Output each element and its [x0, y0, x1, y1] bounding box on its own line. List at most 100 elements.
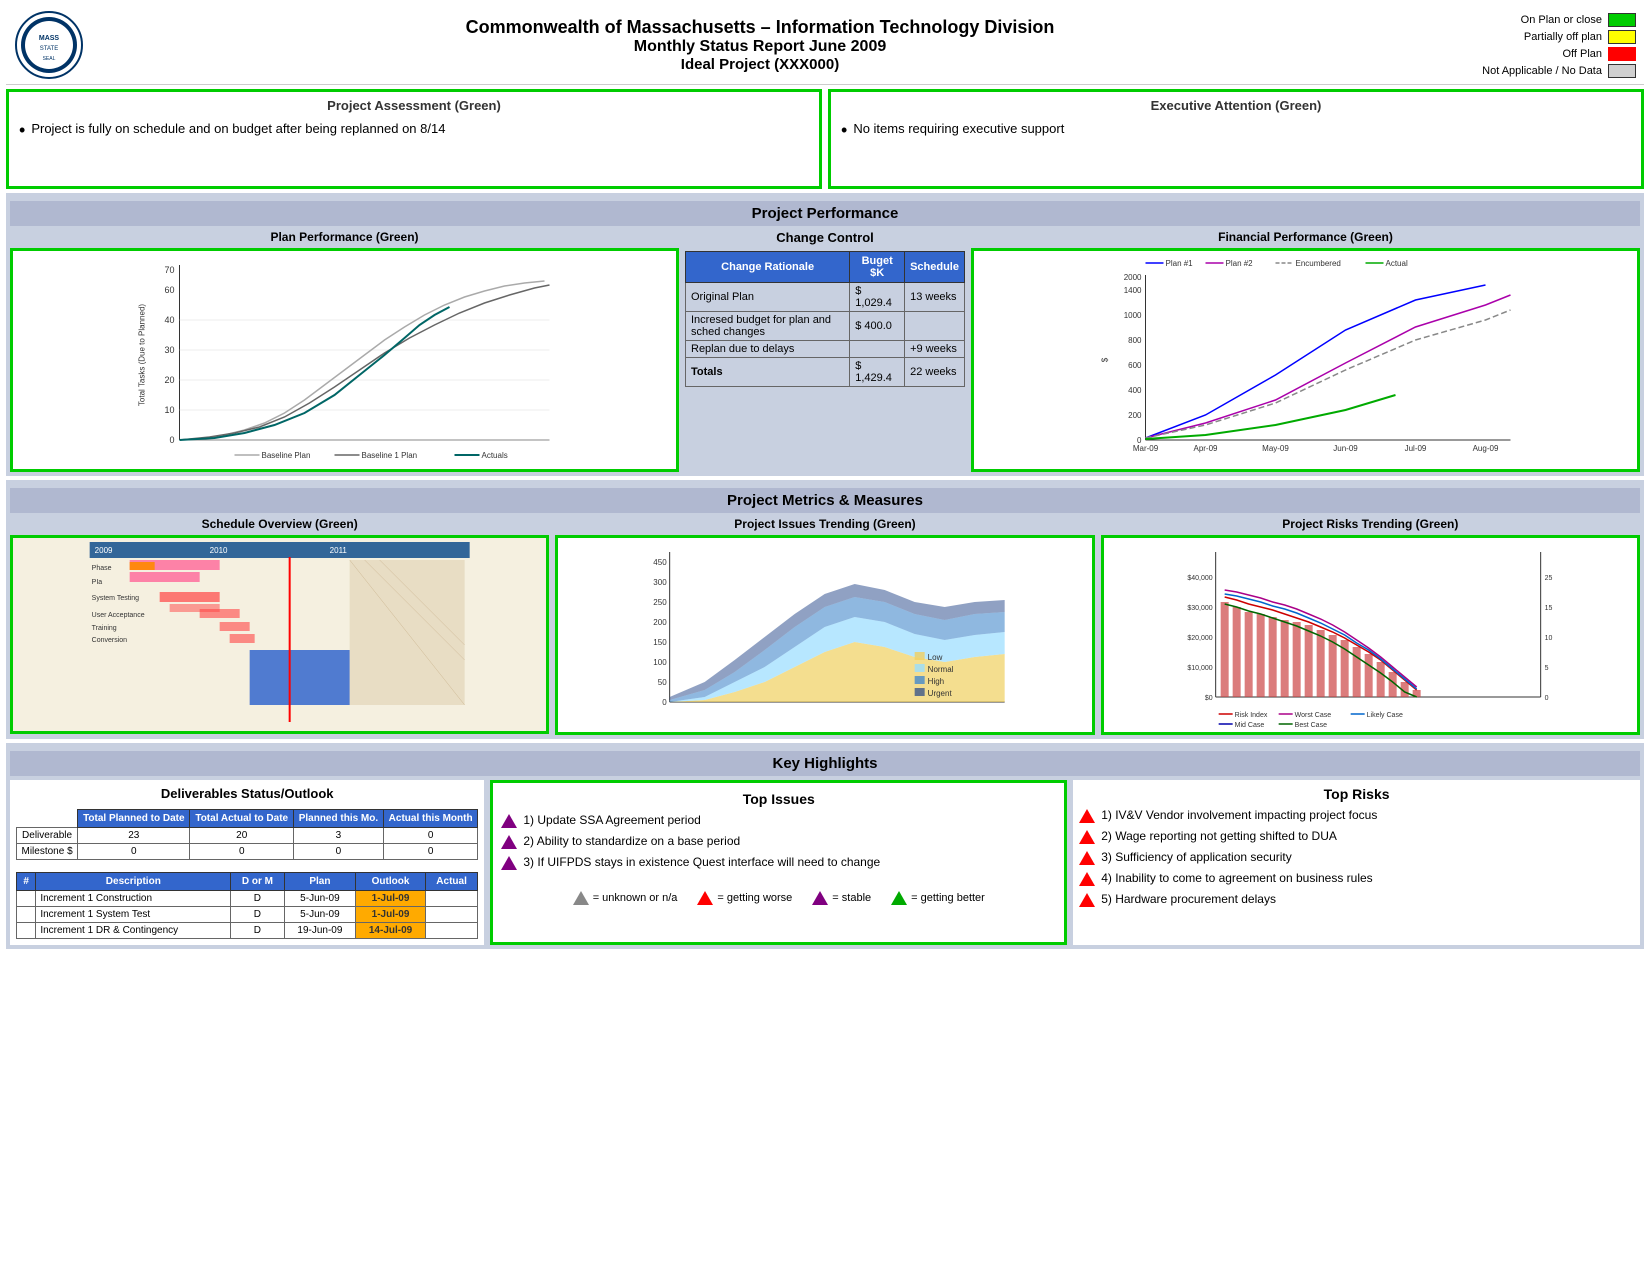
- performance-section: Project Performance Plan Performance (Gr…: [6, 193, 1644, 476]
- issues-trending-panel: Project Issues Trending (Green) 0 50 100…: [555, 517, 1094, 735]
- change-control-title: Change Control: [685, 230, 965, 245]
- svg-text:450: 450: [654, 558, 668, 567]
- svg-text:High: High: [928, 677, 944, 686]
- cc-rationale-totals: Totals: [686, 358, 850, 387]
- svg-text:300: 300: [654, 578, 668, 587]
- header-title: Commonwealth of Massachusetts – Informat…: [84, 17, 1436, 73]
- risks-trending-panel: Project Risks Trending (Green) $0 $10,00…: [1101, 517, 1640, 735]
- svg-text:Actual: Actual: [1386, 259, 1408, 268]
- detail-row-1: Increment 1 Construction D 5-Jun-09 1-Ju…: [17, 891, 478, 907]
- svg-text:Encumbered: Encumbered: [1296, 259, 1341, 268]
- svg-text:50: 50: [658, 678, 667, 687]
- cc-col-rationale: Change Rationale: [686, 252, 850, 283]
- page: MASS STATE SEAL Commonwealth of Massachu…: [0, 0, 1650, 1275]
- risk-3-text: 3) Sufficiency of application security: [1101, 850, 1292, 864]
- sym-purple-icon: [812, 891, 828, 905]
- status-legend: On Plan or close Partially off plan Off …: [1436, 13, 1636, 78]
- svg-text:Plan #1: Plan #1: [1166, 259, 1194, 268]
- plan-performance-svg: 0 10 20 30 40 60 70: [17, 255, 672, 465]
- detail-desc-1: Increment 1 Construction: [36, 891, 231, 907]
- svg-text:PIa: PIa: [92, 579, 103, 586]
- risk-1-text: 1) IV&V Vendor involvement impacting pro…: [1101, 808, 1377, 822]
- highlights-section: Key Highlights Deliverables Status/Outlo…: [6, 743, 1644, 949]
- legend-red-label: Off Plan: [1562, 48, 1602, 60]
- metrics-section: Project Metrics & Measures Schedule Over…: [6, 480, 1644, 739]
- issues-svg: 0 50 100 150 200 250 300 450: [562, 542, 1087, 727]
- sym-gray: = unknown or n/a: [573, 890, 678, 905]
- deliverables-detail-table: # Description D or M Plan Outlook Actual…: [16, 872, 478, 939]
- detail-col-outlook: Outlook: [356, 873, 426, 891]
- detail-row-2: Increment 1 System Test D 5-Jun-09 1-Jul…: [17, 907, 478, 923]
- svg-text:2010: 2010: [210, 546, 228, 555]
- svg-text:15: 15: [1544, 605, 1552, 612]
- svg-text:0: 0: [1544, 695, 1548, 702]
- top-issues-panel: Top Issues 1) Update SSA Agreement perio…: [490, 780, 1067, 945]
- detail-outlook-1: 1-Jul-09: [356, 891, 426, 907]
- deliv-name-2: Milestone $: [17, 844, 78, 860]
- svg-text:Baseline Plan: Baseline Plan: [262, 451, 311, 460]
- svg-text:1000: 1000: [1124, 311, 1142, 320]
- svg-text:0: 0: [169, 435, 174, 445]
- performance-header: Project Performance: [10, 201, 1640, 226]
- svg-text:40: 40: [164, 315, 174, 325]
- detail-outlook-3: 14-Jul-09: [356, 923, 426, 939]
- svg-text:$20,000: $20,000: [1187, 635, 1212, 642]
- svg-text:400: 400: [1128, 386, 1142, 395]
- detail-col-num: #: [17, 873, 36, 891]
- svg-text:Low: Low: [928, 653, 943, 662]
- svg-text:1400: 1400: [1124, 286, 1142, 295]
- detail-plan-3: 19-Jun-09: [284, 923, 356, 939]
- deliv-actualmo-2: 0: [383, 844, 477, 860]
- detail-dom-1: D: [231, 891, 284, 907]
- svg-text:2011: 2011: [330, 546, 348, 555]
- deliverables-panel: Deliverables Status/Outlook Total Planne…: [10, 780, 484, 945]
- deliv-planmo-2: 0: [293, 844, 383, 860]
- svg-text:Aug-09: Aug-09: [1473, 444, 1499, 453]
- svg-text:100: 100: [654, 658, 668, 667]
- svg-text:Conversion: Conversion: [92, 637, 128, 644]
- cc-rationale-3: Replan due to delays: [686, 341, 850, 358]
- legend-gray-label: Not Applicable / No Data: [1482, 65, 1602, 77]
- risk-1: 1) IV&V Vendor involvement impacting pro…: [1079, 808, 1634, 823]
- svg-text:STATE: STATE: [40, 46, 58, 52]
- svg-text:10: 10: [1544, 635, 1552, 642]
- financial-performance-panel: Financial Performance (Green) Plan #1 Pl…: [971, 230, 1640, 472]
- financial-performance-chart: Plan #1 Plan #2 Encumbered Actual 0: [971, 248, 1640, 472]
- svg-text:Jun-09: Jun-09: [1333, 444, 1358, 453]
- svg-text:Mar-09: Mar-09: [1133, 444, 1159, 453]
- executive-attention-body: No items requiring executive support: [853, 121, 1064, 136]
- sym-green-label: = getting better: [911, 892, 985, 904]
- risks-svg: $0 $10,000 $20,000 $30,000 $40,000 0 5 1…: [1108, 542, 1633, 727]
- legend-yellow: Partially off plan: [1524, 30, 1636, 44]
- svg-text:150: 150: [654, 638, 668, 647]
- title-line2: Monthly Status Report June 2009: [84, 38, 1436, 56]
- svg-text:60: 60: [164, 285, 174, 295]
- issues-trending-title: Project Issues Trending (Green): [555, 517, 1094, 531]
- project-assessment-body: Project is fully on schedule and on budg…: [31, 121, 445, 136]
- title-line3: Ideal Project (XXX000): [84, 56, 1436, 73]
- detail-dom-2: D: [231, 907, 284, 923]
- highlights-header: Key Highlights: [10, 751, 1640, 776]
- svg-text:SEAL: SEAL: [43, 56, 56, 62]
- issues-chart-area: 0 50 100 150 200 250 300 450: [555, 535, 1094, 735]
- highlights-inner: Deliverables Status/Outlook Total Planne…: [10, 780, 1640, 945]
- detail-row-3: Increment 1 DR & Contingency D 19-Jun-09…: [17, 923, 478, 939]
- detail-num-2: [17, 907, 36, 923]
- svg-text:20: 20: [164, 375, 174, 385]
- risk-3: 3) Sufficiency of application security: [1079, 850, 1634, 865]
- cc-budget-1: $ 1,029.4: [850, 283, 905, 312]
- schedule-overview-panel: Schedule Overview (Green) 2009 2010 2011…: [10, 517, 549, 735]
- state-seal-icon: MASS STATE SEAL: [14, 10, 84, 80]
- sym-gray-label: = unknown or n/a: [593, 892, 678, 904]
- detail-dom-3: D: [231, 923, 284, 939]
- svg-text:250: 250: [654, 598, 668, 607]
- svg-text:User Acceptance: User Acceptance: [92, 612, 145, 619]
- change-control-panel: Change Control Change Rationale Buget $K…: [685, 230, 965, 472]
- risk-2: 2) Wage reporting not getting shifted to…: [1079, 829, 1634, 844]
- sym-red: = getting worse: [697, 890, 792, 905]
- title-line1: Commonwealth of Massachusetts – Informat…: [84, 17, 1436, 38]
- cc-row-totals: Totals $ 1,429.4 22 weeks: [686, 358, 965, 387]
- svg-text:600: 600: [1128, 361, 1142, 370]
- financial-svg: Plan #1 Plan #2 Encumbered Actual 0: [978, 255, 1633, 465]
- svg-text:Apr-09: Apr-09: [1193, 444, 1218, 453]
